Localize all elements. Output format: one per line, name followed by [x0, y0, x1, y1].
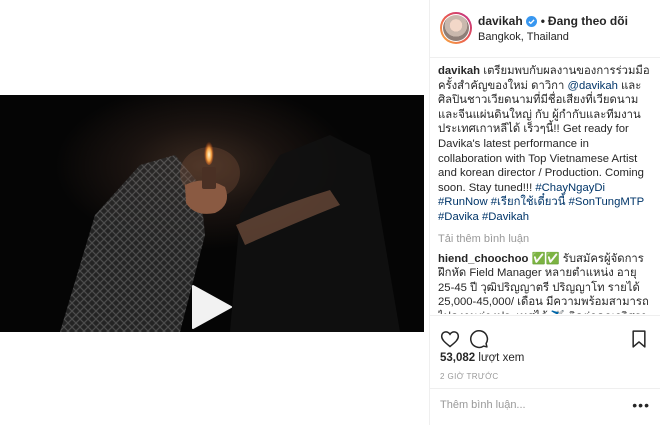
- actions-divider: [430, 315, 660, 316]
- hashtag[interactable]: #SonTungMTP: [569, 196, 644, 208]
- comment-item: hiend_choochoo ✅✅ รับสมัครผู้จัดการฝึกหั…: [438, 252, 653, 314]
- bookmark-icon[interactable]: [629, 329, 649, 349]
- media-panel: [0, 0, 429, 425]
- header-username[interactable]: davikah: [478, 14, 523, 28]
- caption-mention[interactable]: @davikah: [567, 80, 617, 92]
- heart-icon[interactable]: [440, 329, 460, 349]
- load-more-comments-button[interactable]: Tải thêm bình luận: [438, 233, 653, 245]
- views-label: lượt xem: [478, 352, 525, 364]
- add-comment-bar: Thêm bình luận... •••: [430, 388, 660, 425]
- view-count[interactable]: 53,082 lượt xem: [440, 352, 524, 364]
- avatar[interactable]: [440, 12, 472, 44]
- caption-username[interactable]: davikah: [438, 65, 480, 77]
- comment-input[interactable]: Thêm bình luận...: [440, 399, 526, 411]
- hashtag[interactable]: #Davikah: [482, 211, 529, 223]
- play-icon[interactable]: [187, 282, 237, 332]
- post-timestamp[interactable]: 2 GIỜ TRƯỚC: [440, 372, 499, 381]
- comment-icon[interactable]: [469, 329, 489, 349]
- hashtag[interactable]: #Davika: [438, 211, 479, 223]
- follow-status-button[interactable]: Đang theo dõi: [548, 14, 628, 28]
- video-player[interactable]: [0, 95, 424, 332]
- hashtag[interactable]: #เรียกใช้เดี๋ยวนี้: [491, 196, 566, 208]
- views-number: 53,082: [440, 352, 476, 364]
- location-link[interactable]: Bangkok, Thailand: [478, 31, 569, 43]
- caption: davikah เตรียมพบกับผลงานของการร่วมมือครั…: [438, 64, 653, 225]
- avatar-image: [443, 15, 469, 41]
- hashtag[interactable]: #ChayNgayDi: [535, 182, 605, 194]
- header-separator: •: [540, 14, 545, 28]
- caption-text-2: และ ศิลปินชาวเวียดนามที่มีชื่อเสียงที่เว…: [438, 79, 644, 194]
- comments-list: davikah เตรียมพบกับผลงานของการร่วมมือครั…: [438, 64, 653, 314]
- action-bar: [440, 329, 650, 351]
- hashtag[interactable]: #RunNow: [438, 196, 488, 208]
- header-user-line: davikah • Đang theo dõi: [478, 14, 628, 28]
- info-panel: davikah • Đang theo dõi Bangkok, Thailan…: [430, 0, 660, 425]
- post-header: davikah • Đang theo dõi Bangkok, Thailan…: [430, 0, 660, 58]
- verified-badge-icon: [525, 15, 537, 27]
- instagram-post: davikah • Đang theo dõi Bangkok, Thailan…: [0, 0, 660, 425]
- more-options-button[interactable]: •••: [632, 397, 650, 413]
- comment-username[interactable]: hiend_choochoo: [438, 253, 528, 265]
